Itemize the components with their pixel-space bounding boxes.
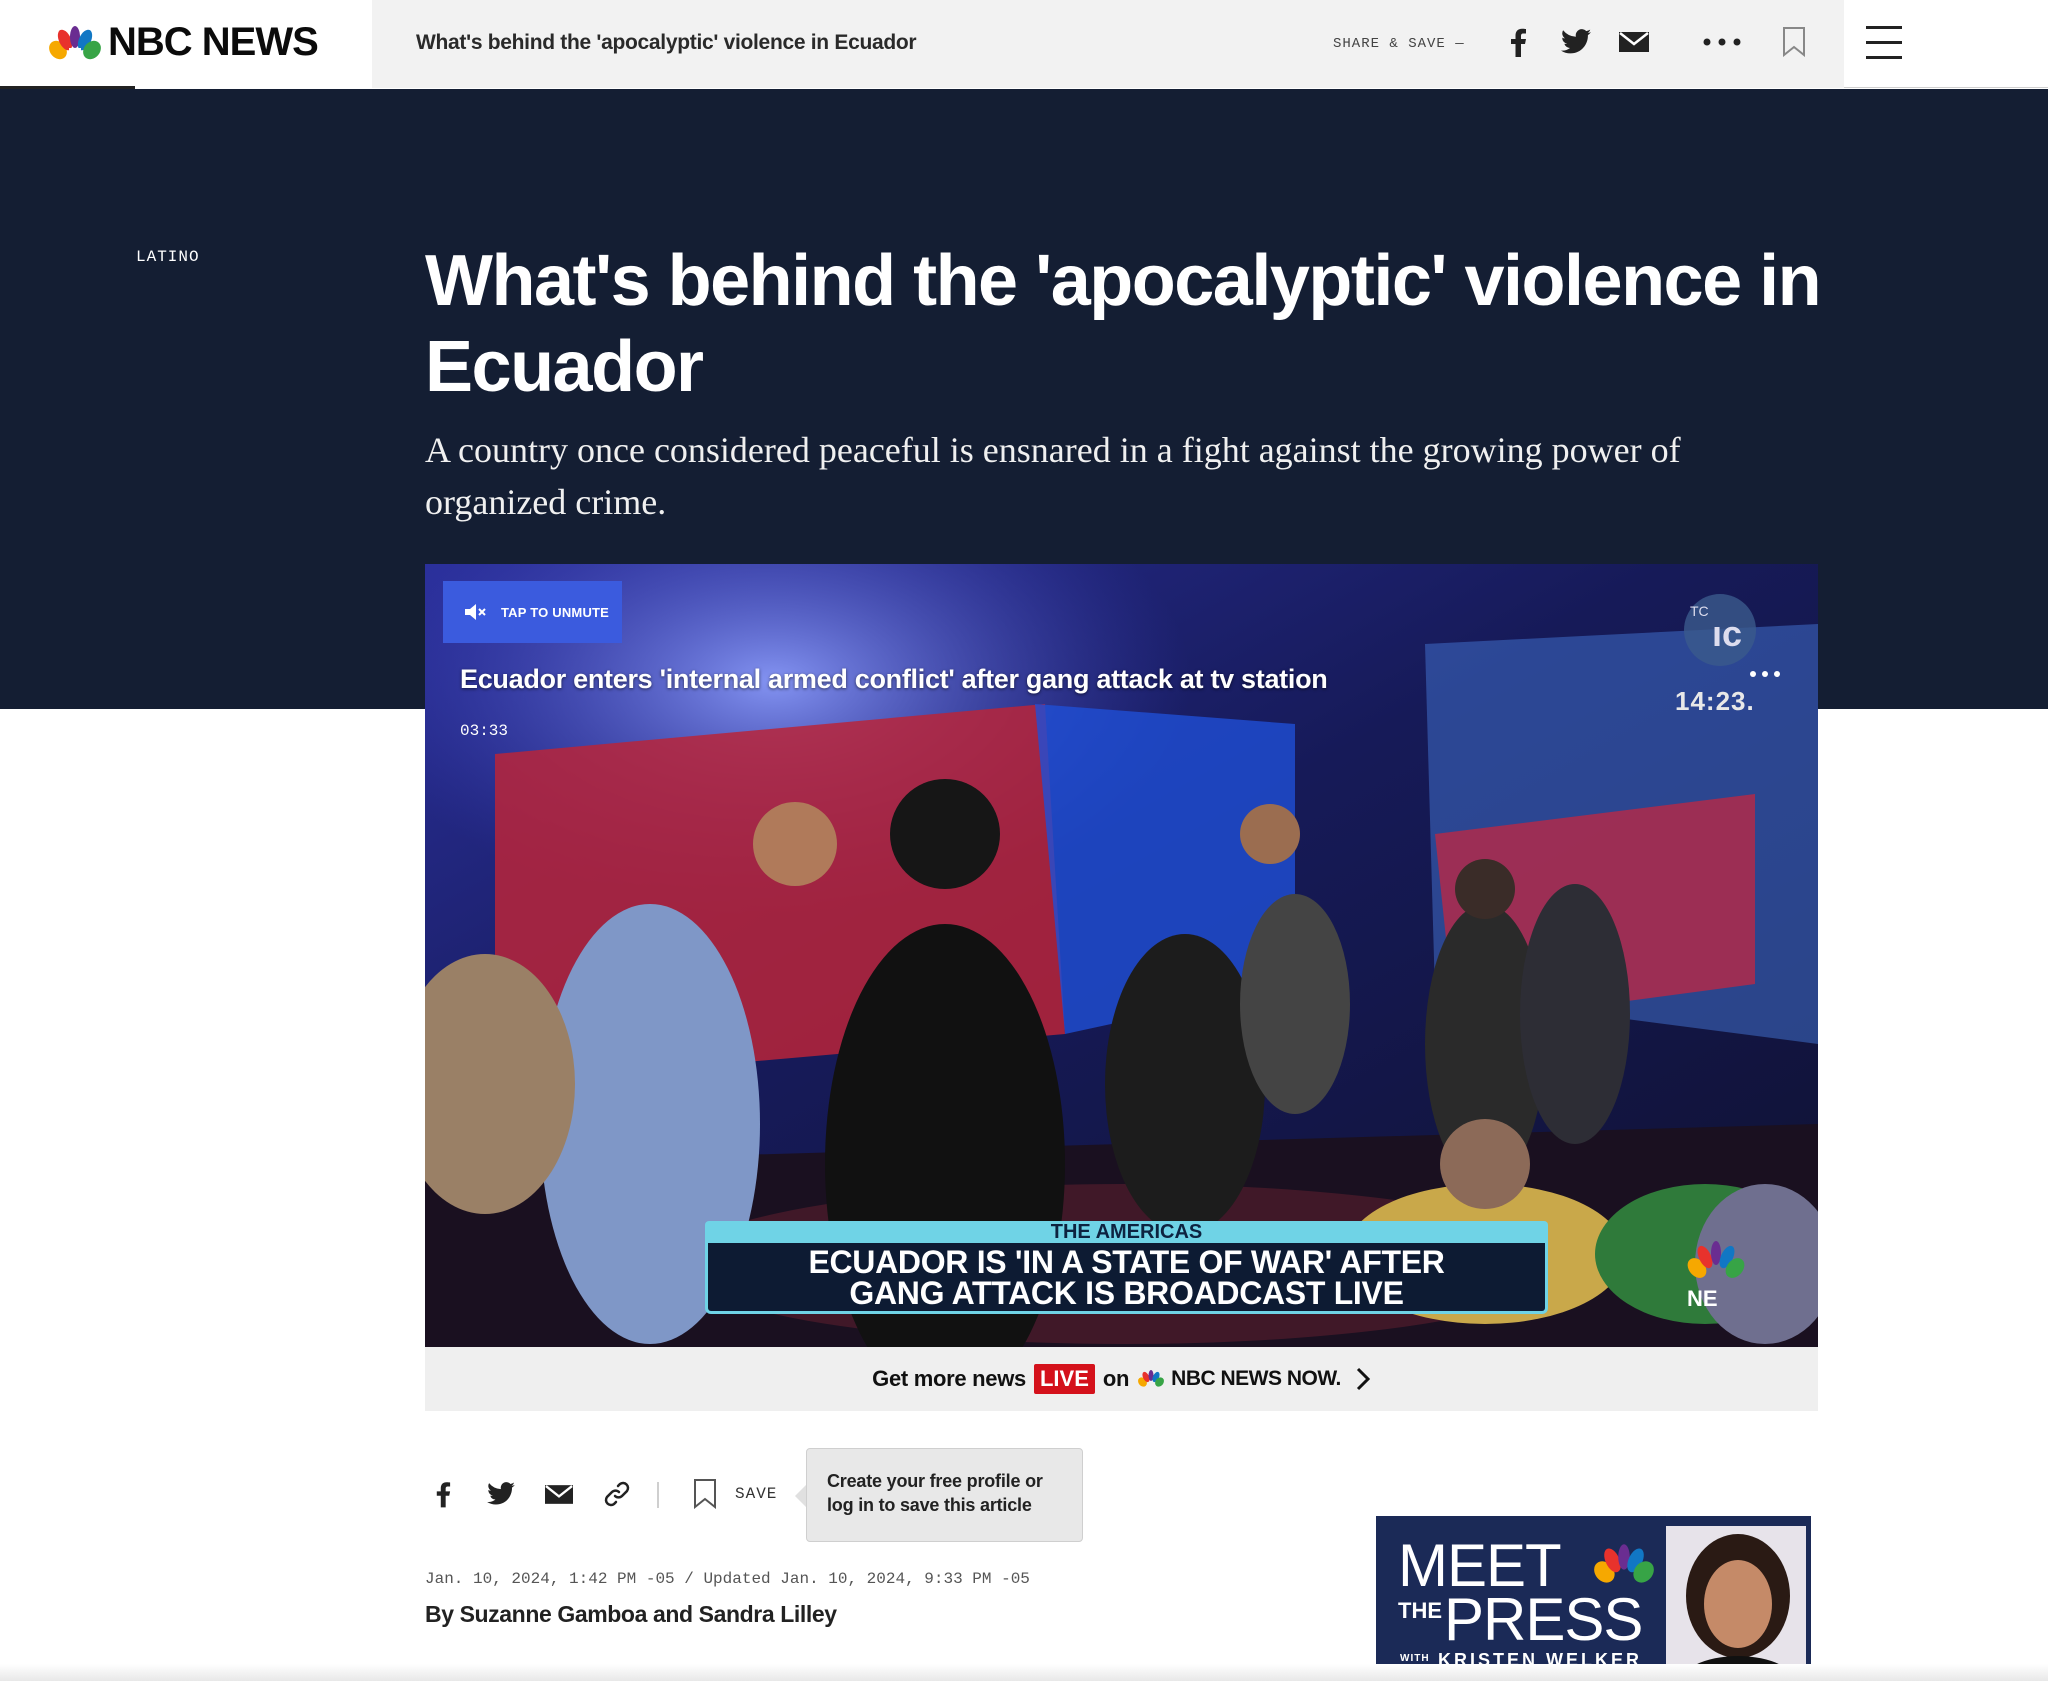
svg-text:TC: TC	[1690, 603, 1709, 619]
logo-text: NBC NEWS	[108, 20, 319, 64]
save-button[interactable]: SAVE	[735, 1485, 777, 1503]
hamburger-menu-icon[interactable]	[1866, 26, 1906, 62]
nbc-peacock-icon	[49, 26, 101, 62]
chyron-headline: ECUADOR IS 'IN A STATE OF WAR' AFTER GAN…	[705, 1243, 1548, 1314]
save-tooltip[interactable]: Create your free profile or log in to sa…	[806, 1448, 1083, 1542]
video-more-icon[interactable]	[1747, 664, 1787, 684]
ad-title-the: THE	[1398, 1598, 1442, 1623]
ad-title-press: PRESS	[1444, 1586, 1643, 1653]
mail-icon[interactable]	[1616, 24, 1652, 60]
ad-with: WITH	[1400, 1653, 1430, 1664]
page-bottom-edge	[0, 1664, 2048, 1681]
article-headline: What's behind the 'apocalyptic' violence…	[425, 241, 1822, 407]
nbc-news-bug-icon: NE	[1683, 1240, 1753, 1311]
unmute-label: TAP TO UNMUTE	[501, 604, 610, 620]
nbc-peacock-small-icon	[1138, 1370, 1165, 1387]
copy-link-icon[interactable]	[599, 1476, 635, 1512]
chyron-line-1: ECUADOR IS 'IN A STATE OF WAR' AFTER	[808, 1244, 1445, 1280]
mail-share-icon[interactable]	[541, 1476, 577, 1512]
muted-speaker-icon	[465, 604, 486, 620]
live-badge: LIVE	[1033, 1364, 1095, 1394]
nbc-news-now-promo[interactable]: Get more news LIVE on NBC NEWS NOW.	[425, 1347, 1818, 1411]
section-label[interactable]: LATINO	[136, 248, 200, 266]
svg-text:ıc: ıc	[1712, 613, 1742, 654]
facebook-share-icon[interactable]	[425, 1476, 461, 1512]
tc-broadcaster-logo: TC ıc	[1670, 590, 1770, 670]
promo-brand: NBC NEWS NOW.	[1171, 1367, 1341, 1390]
video-duration: 03:33	[460, 722, 509, 740]
sticky-article-title: What's behind the 'apocalyptic' violence…	[416, 31, 917, 54]
lower-third-chyron: THE AMERICAS ECUADOR IS 'IN A STATE OF W…	[705, 1221, 1548, 1314]
twitter-icon[interactable]	[1558, 24, 1594, 60]
ad-peacock-icon	[1594, 1544, 1654, 1583]
promo-on: on	[1102, 1366, 1130, 1391]
chevron-right-icon	[1356, 1367, 1370, 1391]
chyron-line-2: GANG ATTACK IS BROADCAST LIVE	[849, 1275, 1404, 1311]
svg-text:NE: NE	[1687, 1286, 1718, 1310]
ad-host-photo	[1666, 1526, 1806, 1681]
logo-area[interactable]: NBC NEWS	[0, 0, 372, 88]
share-divider	[657, 1482, 659, 1508]
article-byline[interactable]: By Suzanne Gamboa and Sandra Lilley	[425, 1601, 837, 1628]
twitter-share-icon[interactable]	[483, 1476, 519, 1512]
video-title: Ecuador enters 'internal armed conflict'…	[460, 664, 1328, 694]
broadcast-time: 14:23.	[1675, 686, 1755, 716]
bookmark-save-icon[interactable]	[687, 1476, 723, 1512]
tap-to-unmute-button[interactable]: TAP TO UNMUTE	[443, 581, 622, 643]
article-dateline: Jan. 10, 2024, 1:42 PM -05 / Updated Jan…	[425, 1570, 1030, 1588]
top-header: NBC NEWS What's behind the 'apocalyptic'…	[0, 0, 2048, 89]
bookmark-icon[interactable]	[1776, 24, 1812, 60]
article-dek: A country once considered peaceful is en…	[425, 430, 1681, 522]
share-save-label: SHARE & SAVE —	[1333, 36, 1465, 52]
more-icon[interactable]	[1702, 24, 1742, 60]
meet-the-press-ad[interactable]: MEET THE PRESS WITH KRISTEN WELKER	[1376, 1516, 1811, 1681]
promo-text: Get more news	[872, 1366, 1026, 1391]
video-player[interactable]: TAP TO UNMUTE Ecuador enters 'internal a…	[425, 564, 1818, 1347]
facebook-icon[interactable]	[1500, 24, 1536, 60]
chyron-kicker: THE AMERICAS	[705, 1221, 1548, 1243]
